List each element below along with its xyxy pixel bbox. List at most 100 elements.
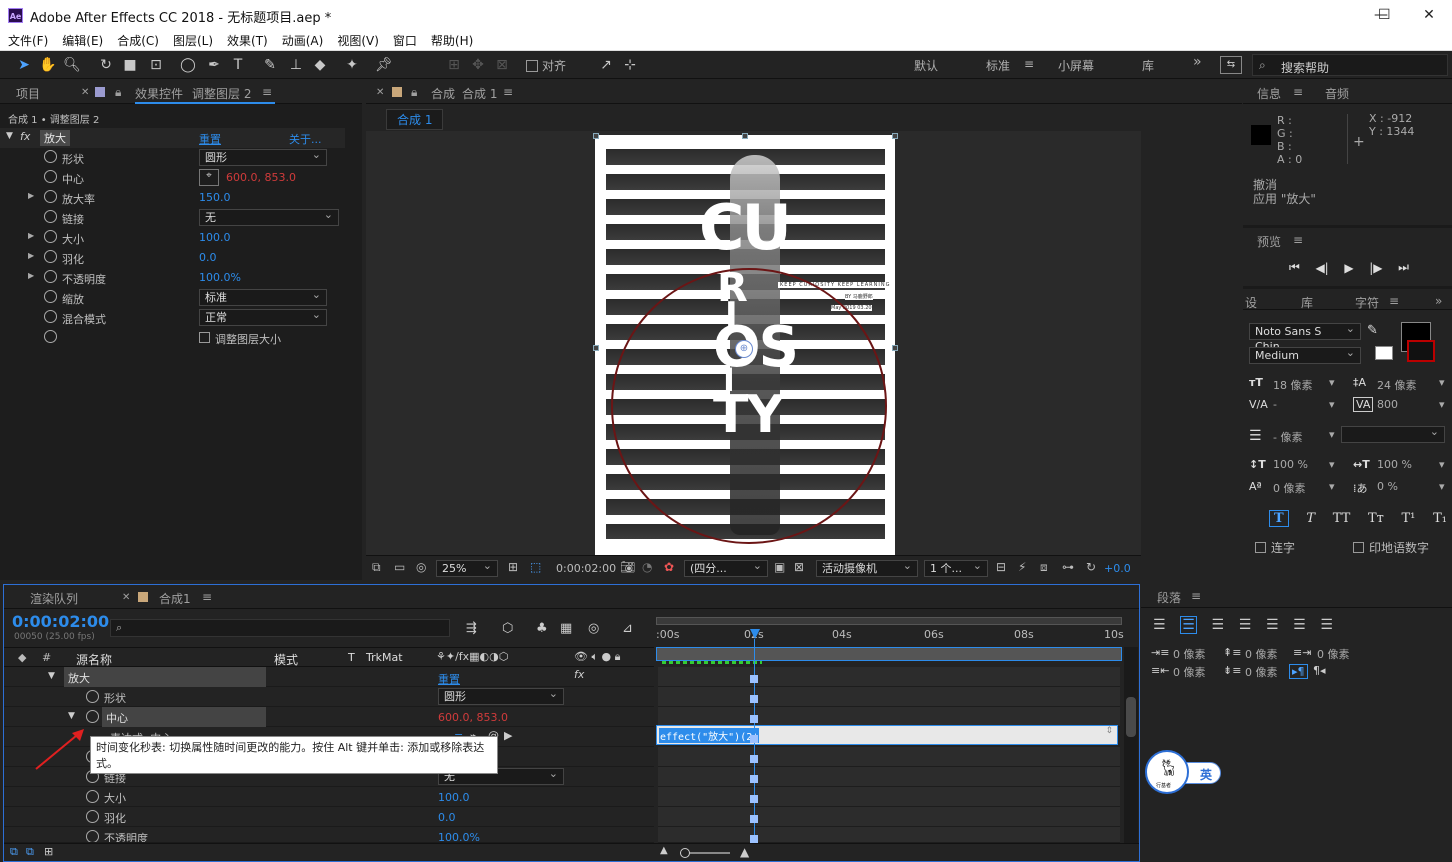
crosshair-icon[interactable]: ⌖ [199,169,219,186]
pen-tool-icon[interactable]: ✒ [204,55,224,75]
panel-menu-icon[interactable]: ≡ [202,590,212,604]
menu-layer[interactable]: 图层(L) [173,32,213,49]
mask-icon[interactable]: ◎ [416,560,426,574]
timeline-track[interactable] [658,707,1120,727]
superscript-button[interactable]: T¹ [1402,511,1416,526]
comp-mini-flowchart-icon[interactable]: ⇶ [466,621,477,636]
justify-center-icon[interactable]: ☰ [1266,617,1279,633]
magnification-value[interactable]: 150.0 [199,191,231,204]
switches-icons[interactable]: ⚘✦/fx▦◐◑⬡ [436,650,508,663]
effect-row-name[interactable]: 放大 [64,667,266,687]
comp-viewer[interactable]: CU R I OS I TY KEEP CURIOSITY KEEP LEARN… [366,131,1141,555]
first-line-value[interactable]: 0 像素 [1317,646,1350,662]
zoom-tool-icon[interactable]: 🔍︎ [62,55,82,75]
zoom-dropdown[interactable]: 25% [436,558,498,577]
tl-feather-value[interactable]: 0.0 [438,811,456,824]
stopwatch-icon[interactable] [44,170,57,183]
stopwatch-icon[interactable] [44,150,57,163]
kerning-value[interactable]: - [1273,398,1277,411]
panel-menu-icon[interactable]: ≡ [1293,85,1303,99]
justify-all-icon[interactable]: ☰ [1320,617,1333,633]
label-column-icon[interactable]: ◆ [18,651,26,664]
font-size-value[interactable]: 18 像素 [1273,377,1313,393]
justify-right-icon[interactable]: ☰ [1293,617,1306,633]
flowchart-icon[interactable]: ⊶ [1062,560,1074,574]
snap-feature-icon[interactable]: ⊹ [620,55,640,75]
ligatures-checkbox[interactable] [1255,542,1266,553]
tracking-value[interactable]: 800 [1377,398,1398,411]
roi-icon[interactable]: ▣ [774,560,785,574]
tab-comp-prefix[interactable]: 合成 [431,85,455,102]
stroke-style-dropdown[interactable] [1341,424,1445,443]
time-ruler[interactable]: :00s 02s 04s 06s 08s 10s [656,625,1124,645]
timeline-track[interactable] [658,767,1120,787]
expand-arrow-icon[interactable]: ▶ [28,271,34,280]
magnify-circle[interactable] [611,268,887,544]
resize-layer-checkbox[interactable] [199,332,210,343]
faux-italic-button[interactable]: T [1306,511,1315,526]
ligatures-option[interactable]: 连字 [1255,539,1295,556]
snap-edge-icon[interactable]: ↗ [596,55,616,75]
shape-dropdown[interactable]: 圆形 [199,147,327,166]
col-mode[interactable]: 模式 [274,651,298,668]
layer-handle[interactable] [892,345,898,351]
center-value[interactable]: 600.0, 853.0 [226,171,296,184]
layer-handle[interactable] [892,133,898,139]
timeline-track[interactable] [658,687,1120,707]
panel-menu-icon[interactable]: ≡ [262,85,272,99]
menu-window[interactable]: 窗口 [393,32,417,49]
timeline-timecode[interactable]: 0:00:02:00 [12,612,109,631]
workspace-default[interactable]: 默认 [914,57,938,74]
horizontal-scale-value[interactable]: 100 % [1377,458,1412,471]
expand-arrow-icon[interactable]: ▶ [28,191,34,200]
menu-edit[interactable]: 编辑(E) [62,32,103,49]
timeline-track[interactable] [658,827,1120,843]
tab-render-queue[interactable]: 渲染队列 [30,590,78,607]
local-axis-icon[interactable]: ⊞ [444,55,464,75]
tab-effect-controls[interactable]: 效果控件 [135,85,183,102]
graph-editor-icon[interactable]: ⊿ [622,621,633,636]
tab-audio[interactable]: 音频 [1325,85,1349,102]
dropdown-arrow-icon[interactable]: ▾ [1329,376,1335,389]
fx-icon[interactable]: fx [20,130,30,143]
dropdown-arrow-icon[interactable]: ▾ [1329,480,1335,493]
workspace-libraries[interactable]: 库 [1142,57,1154,74]
about-link[interactable]: 关于... [289,131,322,147]
align-left-icon[interactable]: ☰ [1153,617,1166,633]
zoom-slider-thumb[interactable] [680,848,690,858]
zoom-in-icon[interactable]: ▲ [740,845,749,859]
center-anchor-icon[interactable]: ⊕ [735,340,753,358]
link-dropdown[interactable]: 无 [199,207,339,226]
viewer-timecode[interactable]: 0:00:02:00 [556,562,616,575]
camera-dropdown[interactable]: 活动摄像机 [816,558,918,577]
eraser-tool-icon[interactable]: ◆ [310,55,330,75]
draft-3d-icon[interactable]: ⬡ [502,621,513,636]
help-search-input[interactable]: ⌕ 搜索帮助 [1252,54,1448,76]
expand-arrow-icon[interactable]: ▶ [28,251,34,260]
col-source-name[interactable]: 源名称 [76,651,112,668]
timeline-track[interactable] [658,787,1120,807]
last-frame-icon[interactable]: ⏭ [1398,260,1409,275]
tab-character[interactable]: 字符 [1355,294,1379,311]
baseline-shift-value[interactable]: 0 像素 [1273,480,1306,496]
stopwatch-icon[interactable] [44,190,57,203]
sync-settings-icon[interactable]: ⇆ [1220,56,1242,74]
ellipse-tool-icon[interactable]: ◯ [178,55,198,75]
reset-link[interactable]: 重置 [199,131,221,147]
exposure-value[interactable]: +0.0 [1104,562,1131,575]
layer-handle[interactable] [742,133,748,139]
stopwatch-icon[interactable] [44,270,57,283]
stopwatch-icon[interactable] [44,290,57,303]
stopwatch-icon[interactable] [44,210,57,223]
hand-tool-icon[interactable]: ✋ [38,55,58,75]
roto-brush-tool-icon[interactable]: ✦ [342,55,362,75]
vertical-scale-value[interactable]: 100 % [1273,458,1308,471]
workspace-small-screen[interactable]: 小屏幕 [1058,57,1094,74]
dropdown-arrow-icon[interactable]: ▾ [1439,458,1445,471]
stopwatch-icon[interactable] [44,250,57,263]
stopwatch-icon[interactable] [44,330,57,343]
panel-menu-icon[interactable]: ≡ [1293,233,1303,247]
menu-composition[interactable]: 合成(C) [117,32,159,49]
col-trkmat[interactable]: TrkMat [366,651,403,664]
fx-icon[interactable]: fx [574,668,584,681]
